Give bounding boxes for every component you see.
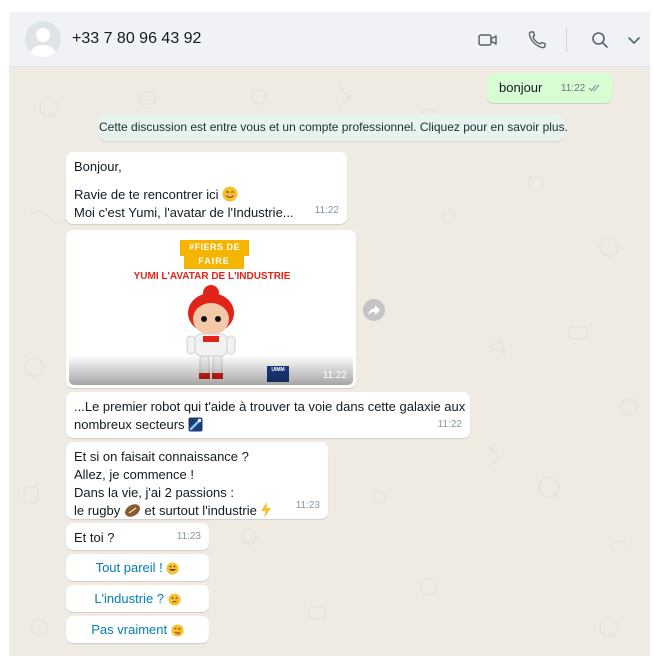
smiling-face-emoji-icon [222,186,238,202]
message-text-line: nombreux secteurs [74,416,462,434]
chat-header: +33 7 80 96 43 92 [9,12,650,67]
contact-avatar[interactable] [25,21,61,57]
contact-name[interactable]: +33 7 80 96 43 92 [72,30,201,48]
incoming-message[interactable]: Bonjour, Ravie de te rencontrer ici Moi … [66,152,347,224]
search-icon[interactable] [589,29,611,51]
avatar-body-shape [30,45,56,57]
forward-arrow-icon [368,305,380,315]
conversation-panel[interactable]: bonjour 11:22 Cette discussion est entre… [9,67,650,656]
avatar-head-shape [36,28,50,42]
message-text: Ravie de te rencontrer ici [74,187,219,202]
message-time: 11:23 [295,500,320,511]
uimm-logo: UIMM [271,367,285,373]
lightning-emoji-icon [261,502,272,518]
message-text-line: Bonjour, [74,159,122,174]
message-text-line: Moi c'est Yumi, l'avatar de l'Industrie.… [74,205,294,220]
message-text-line: le rugby et surtout l'industrie [74,502,320,520]
thinking-face-emoji-icon [168,593,181,606]
message-time: 11:22 [314,205,339,216]
image-message[interactable]: #FIERS DE FAIRE YUMI L'AVATAR DE L'INDUS… [66,230,356,388]
message-text: le rugby [74,503,121,518]
message-text-line: Ravie de te rencontrer ici [74,186,238,204]
message-time: 11:23 [176,531,201,542]
comet-emoji-icon [188,417,203,432]
outgoing-message[interactable]: bonjour 11:22 [487,73,612,103]
outgoing-message-meta: 11:22 [561,80,602,98]
winking-tongue-face-emoji-icon [171,624,184,637]
menu-chevron-icon[interactable] [623,29,645,51]
yumi-avatar-image[interactable]: #FIERS DE FAIRE YUMI L'AVATAR DE L'INDUS… [69,233,353,385]
message-time: 11:22 [437,419,462,430]
rugby-ball-emoji-icon [124,504,140,517]
business-account-notice[interactable]: Cette discussion est entre vous et un co… [99,114,568,141]
message-text-line: Dans la vie, j'ai 2 passions : [74,485,235,500]
banner-text-fiers-de: #FIERS DE [188,242,240,252]
message-text: et surtout l'industrie [144,503,257,518]
message-text-line: ...Le premier robot qui t'aide à trouver… [74,399,466,414]
quick-reply-lindustrie-button[interactable]: L'industrie ? [66,585,209,612]
banner-text-faire: FAIRE [198,256,230,266]
grinning-face-emoji-icon [166,562,179,575]
image-title: YUMI L'AVATAR DE L'INDUSTRIE [133,271,291,282]
read-double-check-icon [588,84,600,92]
forward-media-button[interactable] [363,299,385,321]
quick-reply-label: Tout pareil ! [95,560,163,575]
incoming-message[interactable]: Et si on faisait connaissance ? Allez, j… [66,442,328,519]
quick-reply-label: Pas vraiment [91,622,168,637]
incoming-message[interactable]: Et toi ? 11:23 [66,523,209,550]
whatsapp-chat-window: +33 7 80 96 43 92 bonjour 11:22 Cette di… [9,12,650,656]
message-text-line: Allez, je commence ! [74,467,194,482]
incoming-message[interactable]: ...Le premier robot qui t'aide à trouver… [66,392,470,438]
header-divider [566,27,567,52]
outgoing-message-time: 11:22 [560,83,586,94]
video-call-icon[interactable] [477,29,499,51]
message-text-line: Et si on faisait connaissance ? [74,449,249,464]
voice-call-icon[interactable] [526,29,548,51]
message-text: nombreux secteurs [74,417,185,432]
image-message-time: 11:22 [322,370,347,381]
quick-reply-tout-pareil-button[interactable]: Tout pareil ! [66,554,209,581]
quick-reply-pas-vraiment-button[interactable]: Pas vraiment [66,616,209,643]
quick-reply-label: L'industrie ? [94,591,165,606]
